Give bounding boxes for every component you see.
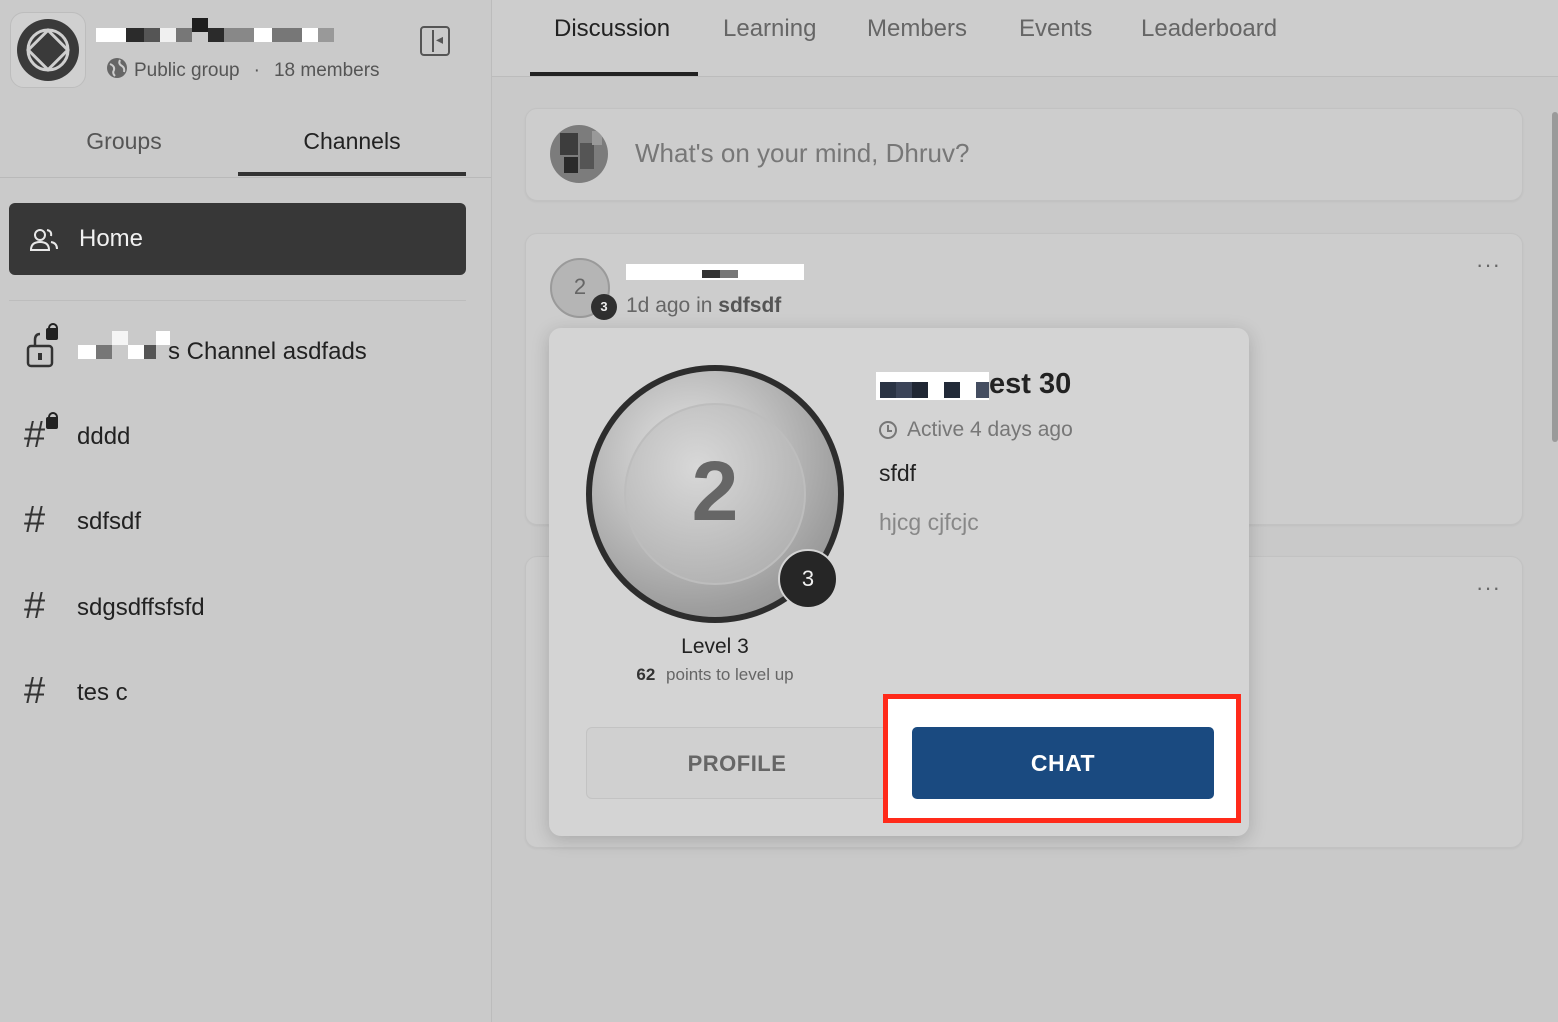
clock-icon bbox=[879, 421, 897, 439]
points-value: 62 bbox=[636, 665, 656, 684]
sidebar-item-channel[interactable]: # sdgsdffsfsfd bbox=[20, 586, 470, 626]
group-logo[interactable] bbox=[10, 12, 86, 88]
points-to-level: 62 points to level up bbox=[586, 665, 844, 685]
profile-active-status: Active 4 days ago bbox=[879, 418, 1073, 442]
profile-name-redacted bbox=[876, 372, 989, 400]
post-author-redacted[interactable] bbox=[626, 260, 804, 280]
channel-name: s Channel asdfads bbox=[168, 338, 367, 365]
hash-icon: # bbox=[24, 585, 46, 627]
tab-leaderboard[interactable]: Leaderboard bbox=[1141, 15, 1277, 43]
profile-name-suffix: est 30 bbox=[989, 368, 1072, 400]
points-label: points to level up bbox=[666, 665, 794, 684]
level-label: Level 3 bbox=[681, 635, 749, 658]
channel-name-redacted bbox=[78, 331, 170, 361]
tab-members[interactable]: Members bbox=[867, 15, 967, 43]
channel-name: sdfsdf bbox=[77, 508, 142, 535]
divider bbox=[9, 300, 466, 301]
group-name-redacted bbox=[96, 18, 341, 44]
channel-name: dddd bbox=[77, 423, 131, 450]
group-meta: Public group · 18 members bbox=[106, 57, 380, 85]
chat-button[interactable]: CHAT bbox=[912, 727, 1214, 799]
group-visibility: Public group bbox=[134, 60, 240, 81]
profile-bio: sfdf bbox=[879, 460, 917, 486]
composer-input[interactable]: What's on your mind, Dhruv? bbox=[635, 138, 969, 169]
lock-icon bbox=[46, 323, 58, 340]
sidebar-item-channel[interactable]: # tes c bbox=[20, 671, 470, 711]
sidebar-item-channel[interactable]: # dddd bbox=[20, 412, 470, 456]
sidebar-item-label: Home bbox=[79, 225, 144, 252]
collapse-sidebar-icon[interactable]: ◂ bbox=[420, 26, 450, 56]
sidebar-item-home[interactable]: Home bbox=[9, 203, 466, 275]
badge-number: 2 bbox=[691, 444, 739, 538]
tab-events[interactable]: Events bbox=[1019, 15, 1092, 43]
group-logo-icon bbox=[17, 19, 79, 81]
globe-icon bbox=[106, 57, 128, 85]
post-meta: 1d ago in sdfsdf bbox=[626, 294, 781, 318]
level-badge: 3 bbox=[778, 549, 838, 609]
tab-channels[interactable]: Channels bbox=[238, 128, 466, 155]
post-channel[interactable]: sdfsdf bbox=[718, 294, 781, 317]
hash-icon: # bbox=[24, 499, 46, 541]
active-tab-indicator bbox=[530, 72, 698, 76]
more-icon[interactable]: ··· bbox=[1476, 252, 1501, 278]
scrollbar[interactable] bbox=[1552, 112, 1558, 442]
profile-button[interactable]: PROFILE bbox=[586, 727, 888, 799]
channel-name: sdgsdffsfsfd bbox=[77, 594, 205, 621]
avatar bbox=[550, 125, 608, 183]
sidebar-item-channel[interactable]: s Channel asdfads bbox=[20, 323, 470, 370]
tab-learning[interactable]: Learning bbox=[723, 15, 816, 43]
level-badge: 3 bbox=[591, 294, 617, 320]
post-time: 1d ago in bbox=[626, 294, 713, 317]
sidebar-item-channel[interactable]: # sdfsdf bbox=[20, 500, 470, 540]
more-icon[interactable]: ··· bbox=[1476, 575, 1501, 601]
channel-name: tes c bbox=[77, 679, 128, 706]
group-member-count[interactable]: 18 members bbox=[274, 60, 380, 82]
profile-location: hjcg cjfcjc bbox=[879, 509, 979, 535]
meta-separator: · bbox=[253, 60, 260, 81]
active-tab-indicator bbox=[238, 172, 466, 176]
tab-discussion[interactable]: Discussion bbox=[554, 15, 670, 43]
hash-icon: # bbox=[24, 670, 46, 712]
hash-icon: # bbox=[24, 414, 46, 456]
users-icon bbox=[29, 225, 59, 255]
lock-icon bbox=[46, 412, 58, 429]
active-text: Active 4 days ago bbox=[907, 418, 1073, 441]
divider bbox=[0, 177, 491, 178]
tab-groups[interactable]: Groups bbox=[10, 128, 238, 155]
